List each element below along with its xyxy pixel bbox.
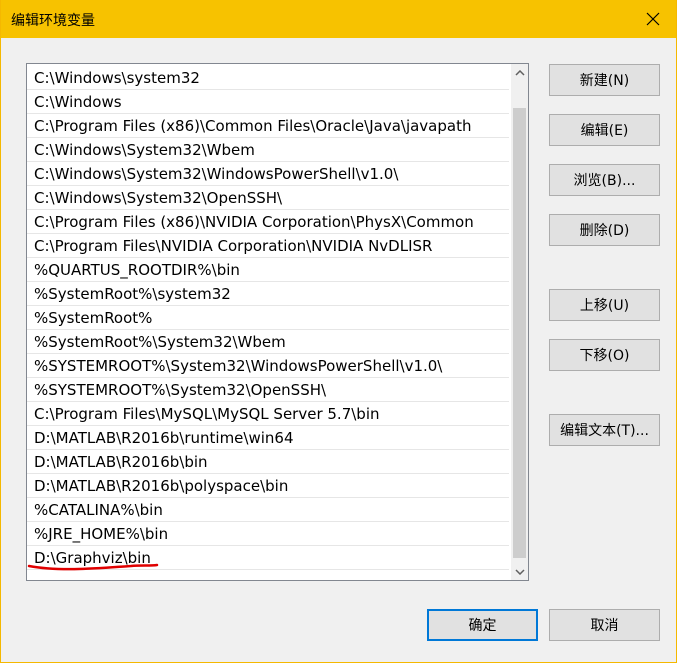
- scroll-up-button[interactable]: [511, 64, 528, 81]
- cancel-button[interactable]: 取消: [549, 609, 660, 641]
- delete-button[interactable]: 删除(D): [549, 214, 660, 246]
- new-button[interactable]: 新建(N): [549, 64, 660, 96]
- list-item[interactable]: %SystemRoot%: [27, 306, 509, 330]
- edit-text-button[interactable]: 编辑文本(T)...: [549, 414, 660, 446]
- list-item[interactable]: %SYSTEMROOT%\System32\WindowsPowerShell\…: [27, 354, 509, 378]
- window-title: 编辑环境变量: [11, 13, 95, 29]
- list-item[interactable]: C:\Program Files (x86)\Common Files\Orac…: [27, 114, 509, 138]
- list-item[interactable]: C:\Program Files\MySQL\MySQL Server 5.7\…: [27, 402, 509, 426]
- list-item[interactable]: %QUARTUS_ROOTDIR%\bin: [27, 258, 509, 282]
- list-item[interactable]: C:\Program Files (x86)\NVIDIA Corporatio…: [27, 210, 509, 234]
- ok-button[interactable]: 确定: [427, 609, 538, 641]
- list-item[interactable]: D:\Graphviz\bin: [27, 546, 509, 570]
- edit-button[interactable]: 编辑(E): [549, 114, 660, 146]
- path-list[interactable]: C:\Windows\system32 C:\Windows C:\Program …: [26, 63, 529, 581]
- list-item[interactable]: %JRE_HOME%\bin: [27, 522, 509, 546]
- list-item[interactable]: D:\MATLAB\R2016b\polyspace\bin: [27, 474, 509, 498]
- chevron-down-icon: [514, 568, 525, 575]
- list-item[interactable]: %SystemRoot%\system32: [27, 282, 509, 306]
- list-item[interactable]: %CATALINA%\bin: [27, 498, 509, 522]
- list-item[interactable]: %SYSTEMROOT%\System32\OpenSSH\: [27, 378, 509, 402]
- title-bar: 编辑环境变量: [1, 0, 676, 38]
- edit-env-var-dialog: 编辑环境变量 C:\Windows\system32 C:\Windows C:\P…: [0, 0, 677, 663]
- list-item[interactable]: D:\MATLAB\R2016b\bin: [27, 450, 509, 474]
- browse-button[interactable]: 浏览(B)...: [549, 164, 660, 196]
- close-icon: [646, 12, 660, 26]
- list-item[interactable]: %SystemRoot%\System32\Wbem: [27, 330, 509, 354]
- scroll-down-button[interactable]: [511, 563, 528, 580]
- list-item[interactable]: C:\Windows\System32\WindowsPowerShell\v1…: [27, 162, 509, 186]
- path-list-rows: C:\Windows\system32 C:\Windows C:\Program …: [27, 66, 509, 570]
- vertical-scrollbar[interactable]: [511, 64, 528, 580]
- list-item[interactable]: C:\Windows\system32: [27, 66, 509, 90]
- list-item[interactable]: C:\Windows\System32\OpenSSH\: [27, 186, 509, 210]
- list-item[interactable]: C:\Windows\System32\Wbem: [27, 138, 509, 162]
- chevron-up-icon: [514, 69, 525, 76]
- move-down-button[interactable]: 下移(O): [549, 339, 660, 371]
- list-item[interactable]: D:\MATLAB\R2016b\runtime\win64: [27, 426, 509, 450]
- scrollbar-thumb[interactable]: [513, 108, 526, 558]
- close-button[interactable]: [630, 0, 676, 38]
- list-item[interactable]: C:\Windows: [27, 90, 509, 114]
- move-up-button[interactable]: 上移(U): [549, 289, 660, 321]
- list-item[interactable]: C:\Program Files\NVIDIA Corporation\NVID…: [27, 234, 509, 258]
